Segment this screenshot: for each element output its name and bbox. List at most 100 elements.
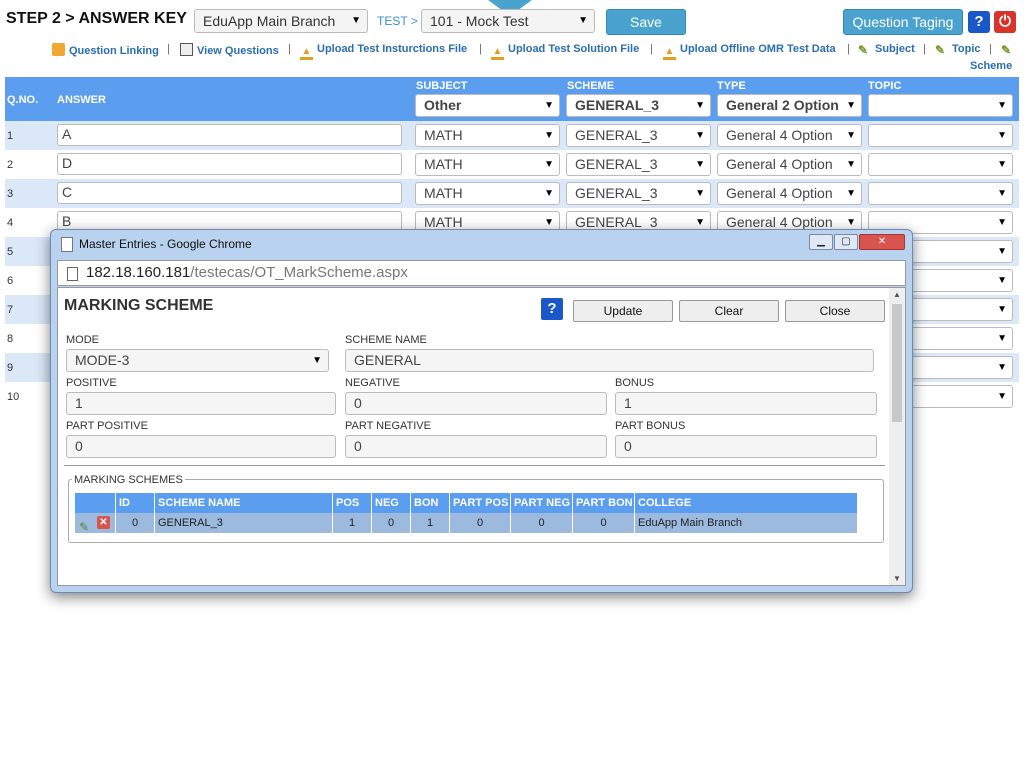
subject-link[interactable]: ✎ Subject — [858, 43, 915, 57]
scheme-select[interactable]: GENERAL_3 ▼ — [566, 124, 711, 147]
pencil-icon: ✎ — [858, 43, 869, 57]
type-select[interactable]: General 4 Option ▼ — [717, 182, 862, 205]
vertical-scrollbar[interactable]: ▲ ▼ — [889, 288, 905, 585]
divider — [64, 465, 885, 466]
separator: | — [847, 43, 850, 55]
answer-input[interactable]: D — [57, 153, 402, 175]
branch-select-value: EduApp Main Branch — [203, 13, 336, 29]
marking-scheme-page: MARKING SCHEME ? Update Clear Close MODE… — [57, 287, 906, 586]
scheme-link[interactable]: Scheme — [970, 60, 1012, 72]
window-close-button[interactable]: ✕ — [859, 234, 905, 250]
link-label: View Questions — [197, 45, 279, 57]
chevron-down-icon: ▼ — [997, 391, 1007, 402]
chevron-down-icon: ▼ — [544, 159, 554, 170]
close-button[interactable]: Close — [785, 300, 885, 322]
upload-icon: ▲ — [663, 47, 676, 60]
view-questions-link[interactable]: View Questions — [180, 43, 279, 57]
clear-button[interactable]: Clear — [679, 300, 779, 322]
help-icon[interactable]: ? — [968, 11, 990, 33]
separator: | — [479, 43, 482, 55]
update-button[interactable]: Update — [573, 300, 673, 322]
chevron-down-icon: ▼ — [544, 100, 554, 111]
branch-select[interactable]: EduApp Main Branch ▼ — [194, 9, 368, 33]
scheme-pencil-link[interactable]: ✎ — [1001, 43, 1018, 57]
chevron-down-icon: ▼ — [997, 275, 1007, 286]
scheme-name-label: SCHEME NAME — [345, 334, 427, 346]
upload-icon: ▲ — [300, 47, 313, 60]
scheme-select[interactable]: GENERAL_3 ▼ — [566, 182, 711, 205]
part-positive-input[interactable]: 0 — [66, 435, 336, 458]
question-number: 3 — [7, 188, 14, 200]
header-scheme-select[interactable]: GENERAL_3 ▼ — [566, 94, 711, 117]
mode-select[interactable]: MODE-3 ▼ — [66, 349, 329, 372]
question-number: 6 — [7, 275, 14, 287]
part-bonus-input[interactable]: 0 — [615, 435, 877, 458]
row-actions: ✎ ✕ — [75, 513, 115, 533]
chevron-down-icon: ▼ — [695, 159, 705, 170]
header-topic-select[interactable]: ▼ — [868, 94, 1013, 117]
url-bar[interactable]: 182.18.160.181/testecas/OT_MarkScheme.as… — [57, 260, 906, 286]
chevron-down-icon: ▼ — [695, 130, 705, 141]
col-qno: Q.NO. — [7, 94, 39, 106]
answer-input[interactable]: C — [57, 182, 402, 204]
upload-omr-link[interactable]: ▲ Upload Offline OMR Test Data — [663, 43, 836, 60]
pencil-icon: ✎ — [935, 43, 946, 57]
answer-input[interactable]: A — [57, 124, 402, 146]
chevron-down-icon: ▼ — [695, 100, 705, 111]
chevron-down-icon: ▼ — [846, 188, 856, 199]
part-negative-input[interactable]: 0 — [345, 435, 607, 458]
document-icon — [61, 237, 73, 252]
page-icon — [67, 267, 78, 281]
header-type-select[interactable]: General 2 Option ▼ — [717, 94, 862, 117]
subject-select[interactable]: MATH ▼ — [415, 182, 560, 205]
cell-scheme-name: GENERAL_3 — [154, 513, 332, 533]
power-icon[interactable]: ⏻ — [994, 11, 1016, 33]
positive-input[interactable]: 1 — [66, 392, 336, 415]
type-select[interactable]: General 4 Option ▼ — [717, 153, 862, 176]
scroll-up-icon[interactable]: ▲ — [893, 290, 901, 299]
table-row[interactable]: ✎ ✕ 0 GENERAL_3 1 0 1 0 0 0 EduApp Main … — [75, 513, 857, 533]
scheme-name-input[interactable]: GENERAL — [345, 349, 874, 372]
subject-select[interactable]: MATH ▼ — [415, 153, 560, 176]
scroll-thumb[interactable] — [892, 304, 902, 422]
topic-select[interactable]: ▼ — [868, 124, 1013, 147]
test-select[interactable]: 101 - Mock Test ▼ — [421, 9, 595, 33]
top-bar: STEP 2 > ANSWER KEY EduApp Main Branch ▼ … — [0, 0, 1024, 40]
scroll-down-icon[interactable]: ▼ — [893, 574, 901, 583]
window-title: Master Entries - Google Chrome — [79, 237, 252, 251]
help-icon[interactable]: ? — [541, 298, 563, 320]
header-college: COLLEGE — [634, 493, 857, 513]
maximize-button[interactable]: ▢ — [834, 234, 858, 250]
type-select[interactable]: General 4 Option ▼ — [717, 124, 862, 147]
chevron-down-icon: ▼ — [846, 100, 856, 111]
question-taging-button[interactable]: Question Taging — [843, 9, 963, 35]
cell-part-pos: 0 — [449, 513, 510, 533]
header-part-pos: PART POS — [449, 493, 510, 513]
grid-header: Q.NO. ANSWER SUBJECT SCHEME TYPE TOPIC O… — [5, 77, 1019, 121]
scheme-select[interactable]: GENERAL_3 ▼ — [566, 153, 711, 176]
bonus-input[interactable]: 1 — [615, 392, 877, 415]
chevron-down-icon: ▼ — [997, 188, 1007, 199]
topic-link[interactable]: ✎ Topic — [935, 43, 981, 57]
question-number: 2 — [7, 159, 14, 171]
upload-solution-link[interactable]: ▲ Upload Test Solution File — [491, 43, 639, 60]
header-subject-select[interactable]: Other ▼ — [415, 94, 560, 117]
question-linking-link[interactable]: Question Linking — [52, 43, 159, 57]
save-button[interactable]: Save — [606, 9, 686, 35]
topic-select[interactable]: ▼ — [868, 182, 1013, 205]
chevron-down-icon: ▼ — [997, 217, 1007, 228]
chevron-down-icon: ▼ — [544, 130, 554, 141]
edit-icon[interactable]: ✎ — [79, 517, 89, 533]
upload-instructions-link[interactable]: ▲ Upload Test Insturctions File — [300, 43, 467, 60]
question-number: 5 — [7, 246, 14, 258]
delete-icon[interactable]: ✕ — [97, 516, 110, 529]
select-value: GENERAL_3 — [575, 97, 660, 113]
cell-college: EduApp Main Branch — [634, 513, 857, 533]
subject-select[interactable]: MATH ▼ — [415, 124, 560, 147]
minimize-button[interactable]: ▁ — [809, 234, 833, 250]
link-label: Upload Test Insturctions File — [317, 43, 468, 55]
select-value: General 2 Option — [726, 97, 839, 113]
negative-input[interactable]: 0 — [345, 392, 607, 415]
question-number: 1 — [7, 130, 14, 142]
topic-select[interactable]: ▼ — [868, 153, 1013, 176]
